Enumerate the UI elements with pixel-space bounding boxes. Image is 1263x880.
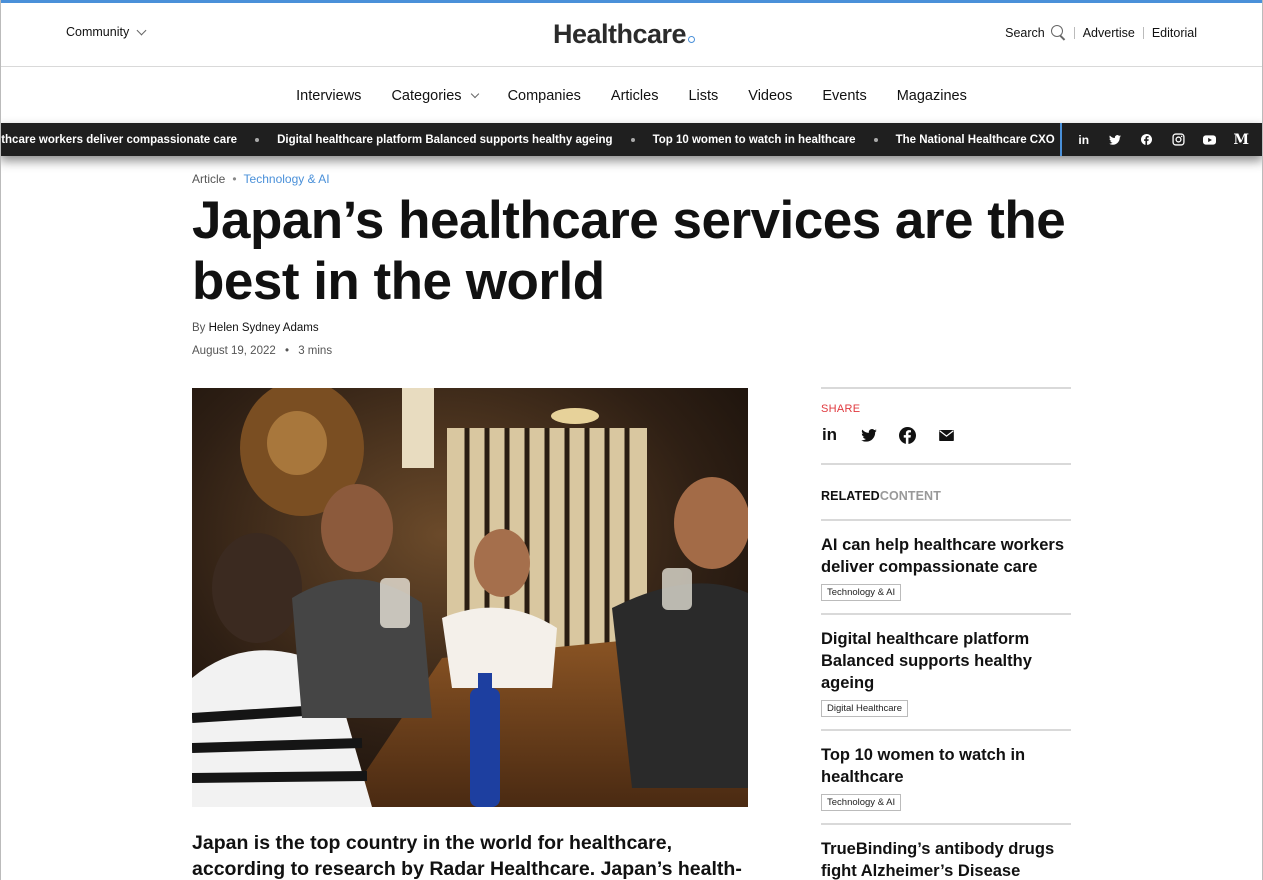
ticker-item[interactable]: Top 10 women to watch in healthcare [653,134,856,146]
nav-label: Magazines [896,87,967,104]
search-icon [1050,25,1066,40]
search-button[interactable]: Search [1005,25,1066,40]
byline: By Helen Sydney Adams [192,322,319,334]
divider [821,463,1071,465]
related-content-heading: RELATEDCONTENT [821,489,1071,503]
logo-dot-icon [688,36,696,43]
nav-label: Categories [391,87,462,104]
medium-icon[interactable]: M [1230,132,1252,148]
related-item: Digital healthcare platform Balanced sup… [821,613,1071,729]
divider [821,387,1071,389]
ticker-item[interactable]: Digital healthcare platform Balanced sup… [277,134,613,146]
ticker-separator [873,137,878,142]
ticker-separator [255,137,260,142]
editorial-link[interactable]: Editorial [1152,26,1197,40]
sidebar: SHARE in RELATEDCONTENT AI can help heal… [821,387,1071,880]
breadcrumb: Article • Technology & AI [192,172,330,186]
window-border-left [0,0,1,880]
search-label: Search [1005,25,1045,40]
community-label: Community [66,25,130,39]
divider [1073,26,1075,39]
linkedin-share-icon[interactable]: in [821,425,838,444]
nav-item-companies[interactable]: Companies [508,88,581,104]
facebook-icon[interactable] [1136,134,1158,145]
article-lede: Japan is the top country in the world fo… [192,832,742,880]
related-item: AI can help healthcare workers deliver c… [821,519,1071,613]
twitter-icon[interactable] [1104,134,1126,145]
logo-text: Healthcare [553,19,687,49]
social-links: in M [1062,123,1263,156]
article-title: Japan’s healthcare services are the best… [192,191,1066,311]
read-time: 3 mins [298,345,333,357]
news-ticker: lthcare workers deliver compassionate ca… [0,123,1263,156]
nav-label: Videos [748,87,793,104]
related-heading-gray: CONTENT [879,489,941,503]
nav-item-lists[interactable]: Lists [688,88,718,104]
divider [1142,26,1144,39]
related-tag[interactable]: Digital Healthcare [821,700,908,717]
related-title[interactable]: Top 10 women to watch in healthcare [821,744,1071,788]
nav-item-videos[interactable]: Videos [748,88,792,104]
bullet-separator: • [284,345,289,357]
nav-label: Companies [507,87,581,104]
ticker-item[interactable]: lthcare workers deliver compassionate ca… [0,134,237,146]
author-link[interactable]: Helen Sydney Adams [209,322,319,334]
advertise-link[interactable]: Advertise [1083,26,1135,40]
ticker-separator [630,137,635,142]
article-meta: August 19, 2022 • 3 mins [192,345,332,357]
nav-item-magazines[interactable]: Magazines [897,88,967,104]
instagram-icon[interactable] [1167,133,1189,146]
chevron-down-icon [470,89,479,98]
hero-image [192,388,748,807]
linkedin-icon[interactable]: in [1073,133,1095,147]
nav-label: Interviews [296,87,362,104]
nav-label: Events [822,87,867,104]
community-menu[interactable]: Community [66,25,147,39]
site-logo[interactable]: Healthcare [553,19,696,50]
related-item: TrueBinding’s antibody drugs fight Alzhe… [821,823,1071,880]
category-link[interactable]: Technology & AI [244,172,330,186]
site-header: Community Healthcare Search Advertise Ed… [0,3,1263,67]
header-utility-links: Search Advertise Editorial [1005,25,1197,40]
nav-item-events[interactable]: Events [822,88,866,104]
nav-label: Lists [688,87,719,104]
nav-item-categories[interactable]: Categories [391,87,479,104]
ticker-item[interactable]: The National Healthcare CXO [896,134,1055,146]
bullet-separator: • [232,172,237,186]
by-prefix: By [192,322,206,334]
ticker-track: lthcare workers deliver compassionate ca… [0,123,1058,156]
chevron-down-icon [136,25,147,35]
related-title[interactable]: AI can help healthcare workers deliver c… [821,534,1071,578]
nav-item-articles[interactable]: Articles [611,88,659,104]
related-tag[interactable]: Technology & AI [821,794,902,811]
article-type-label: Article [192,172,226,186]
youtube-icon[interactable] [1199,134,1221,145]
related-title[interactable]: TrueBinding’s antibody drugs fight Alzhe… [821,838,1071,880]
publish-date: August 19, 2022 [192,345,276,357]
share-buttons: in [821,425,1071,445]
related-tag[interactable]: Technology & AI [821,584,902,601]
related-heading-bold: RELATED [821,489,880,503]
email-share-icon[interactable] [938,427,955,444]
related-item: Top 10 women to watch in healthcare Tech… [821,729,1071,823]
facebook-share-icon[interactable] [899,426,916,444]
main-nav: Interviews Categories Companies Articles… [0,68,1263,123]
related-title[interactable]: Digital healthcare platform Balanced sup… [821,628,1071,694]
nav-label: Articles [610,87,659,104]
share-label: SHARE [821,403,861,415]
nav-item-interviews[interactable]: Interviews [296,88,361,104]
twitter-share-icon[interactable] [860,427,877,444]
